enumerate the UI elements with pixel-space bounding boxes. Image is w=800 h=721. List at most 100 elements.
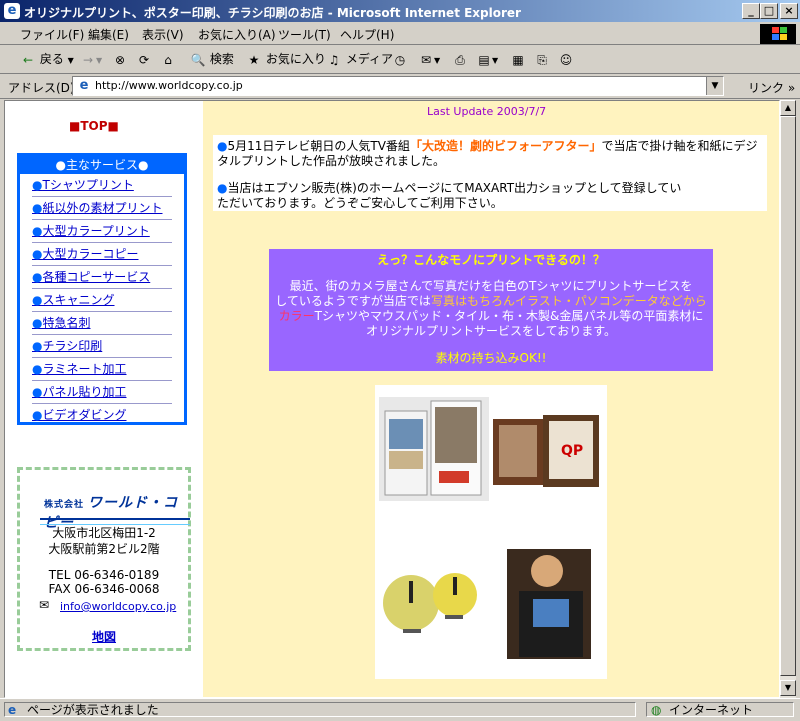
edit-button[interactable]: ▤ ▼ bbox=[476, 50, 498, 68]
service-link-laminate[interactable]: ●ラミネート加工 bbox=[32, 358, 172, 381]
back-label: 戻る bbox=[39, 52, 64, 66]
print-button[interactable]: ⎙ bbox=[452, 50, 468, 68]
company-fax: FAX 06-6346-0068 bbox=[48, 582, 160, 596]
company-address2: 大阪駅前第2ビル2階 bbox=[48, 542, 160, 556]
research-icon: ⎘ bbox=[537, 52, 547, 67]
service-link-large-print[interactable]: ●大型カラープリント bbox=[32, 220, 172, 243]
promo-title: えっ？こんなモノにプリントできるの！？ bbox=[377, 253, 605, 267]
menu-edit[interactable]: 編集(E) bbox=[88, 26, 129, 43]
status-text: ページが表示されました bbox=[27, 703, 159, 717]
back-arrow-icon: ← bbox=[22, 52, 34, 67]
menu-view[interactable]: 表示(V) bbox=[142, 26, 184, 43]
stop-icon: ⊗ bbox=[114, 52, 126, 67]
address-url: http://www.worldcopy.co.jp bbox=[95, 79, 243, 92]
service-link-tshirt[interactable]: ●Tシャツプリント bbox=[32, 174, 172, 197]
service-link-video[interactable]: ●ビデオダビング bbox=[32, 404, 172, 426]
window-title: オリジナルプリント、ポスター印刷、チラシ印刷のお店 - Microsoft In… bbox=[24, 6, 521, 20]
last-update: Last Update 2003/7/7 bbox=[427, 105, 547, 118]
media-icon: ♫ bbox=[328, 52, 340, 67]
media-label: メディア bbox=[345, 52, 393, 66]
services-menu: ●主なサービス● ●Tシャツプリント ●紙以外の素材プリント ●大型カラープリン… bbox=[17, 153, 187, 425]
company-address1: 大阪市北区梅田1-2 bbox=[52, 526, 156, 540]
service-link-business-card[interactable]: ●特急名刺 bbox=[32, 312, 172, 335]
company-logo: 株式会社 ワールド・コピー bbox=[44, 495, 179, 531]
ie-icon: e bbox=[4, 3, 20, 19]
menu-bar: ファイル(F) 編集(E) 表示(V) お気に入り(A) ツール(T) ヘルプ(… bbox=[0, 22, 800, 45]
zone-text: インターネット bbox=[669, 703, 754, 717]
news-box: ●5月11日テレビ朝日の人気TV番組「大改造！劇的ビフォーアフター」で当店で掛け… bbox=[213, 135, 767, 211]
service-link-flyer[interactable]: ●チラシ印刷 bbox=[32, 335, 172, 358]
service-link-panel[interactable]: ●パネル貼り加工 bbox=[32, 381, 172, 404]
mail-button[interactable]: ✉ ▼ bbox=[418, 50, 440, 68]
company-info-box: 株式会社 ワールド・コピー 大阪市北区梅田1-2 大阪駅前第2ビル2階 TEL 0… bbox=[17, 467, 191, 651]
history-button[interactable]: ◷ bbox=[392, 50, 408, 68]
promo-line-2: しているようですが当店では写真はもちろんイラスト・パソコンデータなどから bbox=[275, 294, 707, 308]
media-button[interactable]: ♫ メディア bbox=[326, 50, 393, 68]
address-label: アドレス(D) bbox=[8, 81, 75, 95]
edit-icon: ▤ bbox=[478, 52, 490, 67]
menu-file[interactable]: ファイル(F) bbox=[20, 26, 84, 43]
menu-favorites[interactable]: お気に入り(A) bbox=[198, 26, 276, 43]
links-button[interactable]: リンク » bbox=[748, 79, 795, 96]
page-icon: e bbox=[8, 703, 17, 717]
address-input[interactable]: e http://www.worldcopy.co.jp ▼ bbox=[72, 76, 724, 96]
email-link[interactable]: info@worldcopy.co.jp bbox=[60, 600, 176, 613]
sidebar: ■TOP■ ●主なサービス● ●Tシャツプリント ●紙以外の素材プリント ●大型… bbox=[5, 101, 203, 697]
favorites-icon: ★ bbox=[248, 52, 260, 67]
minimize-button[interactable]: _ bbox=[742, 3, 760, 19]
refresh-icon: ⟳ bbox=[138, 52, 150, 67]
discuss-button[interactable]: ▦ bbox=[510, 50, 526, 68]
services-heading: ●主なサービス● bbox=[20, 156, 184, 174]
research-button[interactable]: ⎘ bbox=[534, 50, 550, 68]
favorites-button[interactable]: ★ お気に入り bbox=[246, 50, 326, 68]
map-link[interactable]: 地図 bbox=[20, 628, 188, 645]
toolbar: ← 戻る ▼ → ▼ ⊗ ⟳ ⌂ 🔍 検索 ★ お気に入り ♫ メディア ◷ ✉ ▼… bbox=[0, 45, 800, 74]
mail-icon: ✉ bbox=[420, 52, 432, 67]
promo-line-3: カラーTシャツやマウスパッド・タイル・布・木製&金属パネル等の平面素材に bbox=[278, 309, 704, 323]
stop-button[interactable]: ⊗ bbox=[112, 50, 128, 68]
promo-box: えっ？こんなモノにプリントできるの！？ 最近、街のカメラ屋さんで写真だけを白色の… bbox=[269, 249, 713, 371]
windows-logo-icon bbox=[760, 24, 796, 44]
scroll-thumb[interactable] bbox=[780, 116, 796, 676]
service-link-copy[interactable]: ●各種コピーサービス bbox=[32, 266, 172, 289]
search-button[interactable]: 🔍 検索 bbox=[190, 50, 234, 68]
mail-icon: ✉ bbox=[38, 598, 50, 612]
messenger-icon: ☺ bbox=[559, 52, 573, 67]
svg-text:QP: QP bbox=[561, 443, 583, 459]
promo-line-4: オリジナルプリントサービスをしております。 bbox=[365, 324, 617, 338]
print-icon: ⎙ bbox=[455, 52, 465, 67]
forward-button[interactable]: → ▼ bbox=[80, 50, 102, 68]
address-dropdown-button[interactable]: ▼ bbox=[706, 77, 723, 95]
home-icon: ⌂ bbox=[164, 52, 172, 67]
product-photo-collage: QP bbox=[379, 397, 603, 659]
top-link[interactable]: ■TOP■ bbox=[69, 119, 119, 133]
ie-page-icon: e bbox=[79, 78, 89, 93]
service-link-large-copy[interactable]: ●大型カラーコピー bbox=[32, 243, 172, 266]
scroll-up-button[interactable]: ▲ bbox=[780, 100, 796, 116]
service-link-materials[interactable]: ●紙以外の素材プリント bbox=[32, 197, 172, 220]
search-icon: 🔍 bbox=[190, 52, 206, 67]
title-bar: e オリジナルプリント、ポスター印刷、チラシ印刷のお店 - Microsoft … bbox=[0, 0, 800, 22]
home-button[interactable]: ⌂ bbox=[160, 50, 176, 68]
company-tel: TEL 06-6346-0189 bbox=[48, 568, 160, 582]
promo-footer: 素材の持ち込みOK!! bbox=[435, 351, 547, 365]
refresh-button[interactable]: ⟳ bbox=[136, 50, 152, 68]
close-button[interactable]: × bbox=[780, 3, 798, 19]
scroll-down-button[interactable]: ▼ bbox=[780, 680, 796, 696]
vertical-scrollbar[interactable]: ▲ ▼ bbox=[780, 100, 796, 698]
forward-arrow-icon: → bbox=[82, 52, 94, 67]
status-text-panel: e ページが表示されました bbox=[4, 702, 636, 717]
favorites-label: お気に入り bbox=[265, 52, 326, 66]
discuss-icon: ▦ bbox=[512, 52, 524, 67]
maximize-button[interactable]: □ bbox=[760, 3, 778, 19]
menu-help[interactable]: ヘルプ(H) bbox=[340, 26, 394, 43]
messenger-button[interactable]: ☺ bbox=[558, 50, 574, 68]
promo-line-1: 最近、街のカメラ屋さんで写真だけを白色のTシャツにプリントサービスを bbox=[289, 279, 693, 293]
main-content: Last Update 2003/7/7 ●5月11日テレビ朝日の人気TV番組「… bbox=[203, 101, 779, 697]
page-viewport: ■TOP■ ●主なサービス● ●Tシャツプリント ●紙以外の素材プリント ●大型… bbox=[4, 100, 780, 698]
search-label: 検索 bbox=[209, 52, 234, 66]
menu-tools[interactable]: ツール(T) bbox=[278, 26, 331, 43]
back-button[interactable]: ← 戻る ▼ bbox=[20, 50, 74, 68]
zone-panel: ◍ インターネット bbox=[646, 702, 794, 717]
service-link-scanning[interactable]: ●スキャニング bbox=[32, 289, 172, 312]
